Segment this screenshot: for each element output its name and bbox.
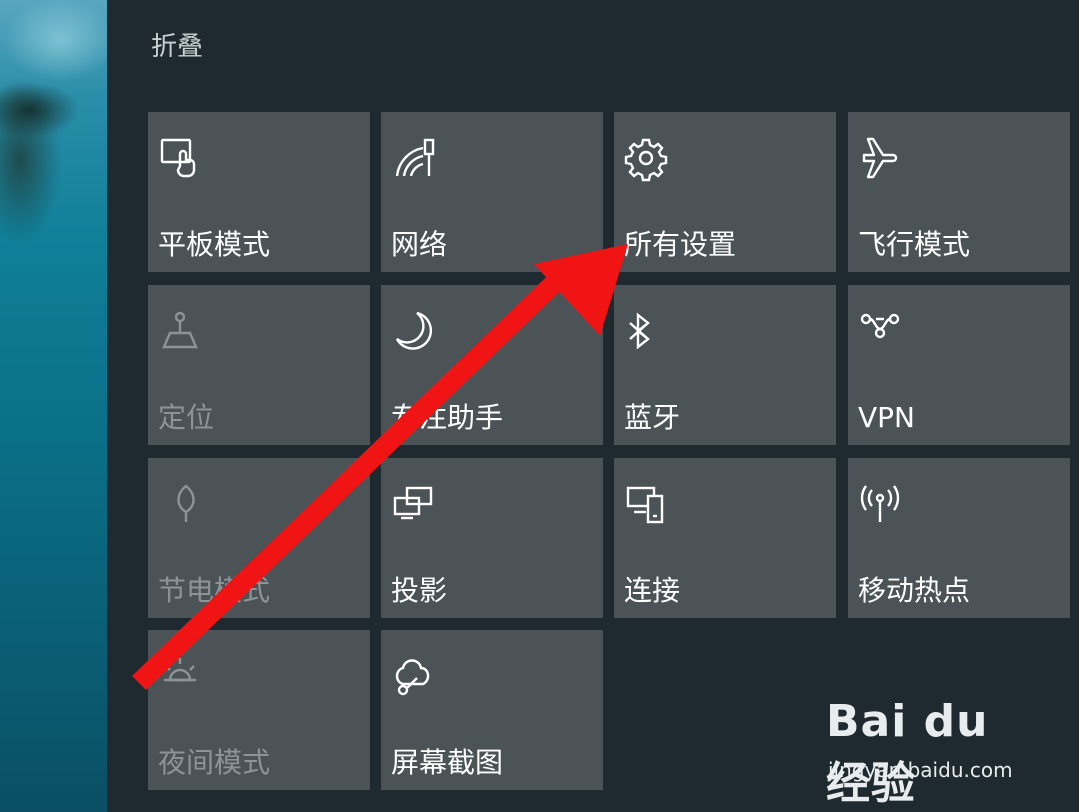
watermark-logo: Bai du 经验 [826,696,989,809]
tile-label: 网络 [391,228,448,261]
tile-airplane-mode[interactable]: 飞行模式 [848,112,1070,272]
vpn-icon [858,309,902,353]
tile-label: 屏幕截图 [391,746,504,779]
network-icon [391,136,435,180]
project-icon [391,482,435,526]
tile-location[interactable]: 定位 [148,285,370,445]
brightness-icon [158,654,202,698]
tile-focus-assist[interactable]: 专注助手 [381,285,603,445]
tile-label: VPN [858,401,915,434]
tile-project[interactable]: 投影 [381,458,603,618]
snip-icon [391,654,435,698]
tile-label: 所有设置 [624,228,737,261]
tile-vpn[interactable]: VPN [848,285,1070,445]
bluetooth-icon [624,309,668,353]
location-icon [158,309,202,353]
desktop-wallpaper [0,0,107,812]
tile-tablet-mode[interactable]: 平板模式 [148,112,370,272]
tile-night-light[interactable]: 夜间模式 [148,630,370,790]
tile-label: 夜间模式 [158,746,271,779]
tablet-mode-icon [158,136,202,180]
hotspot-icon [858,482,902,526]
tile-label: 定位 [158,401,215,434]
tile-label: 飞行模式 [858,228,971,261]
moon-icon [391,309,435,353]
tile-bluetooth[interactable]: 蓝牙 [614,285,836,445]
battery-saver-icon [158,482,202,526]
tile-label: 投影 [391,574,448,607]
tile-label: 连接 [624,574,681,607]
watermark-url: jingyan.baidu.com [828,758,1013,782]
tile-connect[interactable]: 连接 [614,458,836,618]
tile-label: 蓝牙 [624,401,681,434]
tile-label: 节电模式 [158,574,271,607]
watermark: Bai du 经验 jingyan.baidu.com [826,688,1046,809]
tile-label: 专注助手 [391,401,504,434]
airplane-icon [858,136,902,180]
tile-all-settings[interactable]: 所有设置 [614,112,836,272]
gear-icon [624,136,668,182]
tile-network[interactable]: 网络 [381,112,603,272]
collapse-link[interactable]: 折叠 [151,30,203,64]
tile-label: 平板模式 [158,228,271,261]
tile-mobile-hotspot[interactable]: 移动热点 [848,458,1070,618]
tile-label: 移动热点 [858,574,971,607]
connect-icon [624,482,668,526]
tile-snip[interactable]: 屏幕截图 [381,630,603,790]
tile-battery-saver[interactable]: 节电模式 [148,458,370,618]
